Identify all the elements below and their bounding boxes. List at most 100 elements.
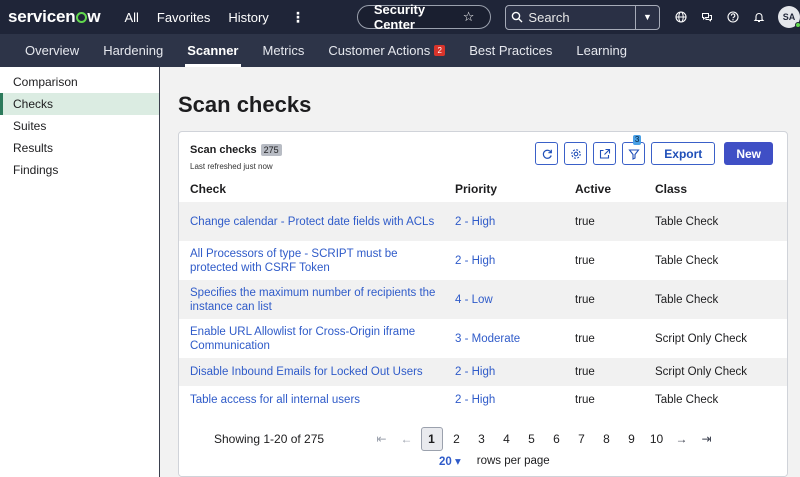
list-title-text: Scan checks <box>190 144 257 156</box>
nav-favorites[interactable]: Favorites <box>157 10 210 25</box>
star-icon[interactable]: ☆ <box>463 9 475 25</box>
rows-per-page-control: 20 ▾ rows per page <box>439 454 550 468</box>
global-search[interactable]: Search ▼ <box>505 4 660 30</box>
search-scope-dropdown-icon[interactable]: ▼ <box>635 5 659 29</box>
next-page-icon[interactable]: → <box>669 427 694 451</box>
page-button-8[interactable]: 8 <box>594 427 619 451</box>
priority-link[interactable]: 3 - Moderate <box>455 333 520 345</box>
top-navigation-bar: servicen w All Favorites History ⋮ Securi… <box>0 0 800 34</box>
priority-link[interactable]: 4 - Low <box>455 294 493 306</box>
nav-history[interactable]: History <box>228 10 268 25</box>
help-icon[interactable] <box>726 11 739 24</box>
sidebar-item-results[interactable]: Results <box>0 137 159 159</box>
tab-scanner[interactable]: Scanner <box>175 34 250 67</box>
page-number-list: ⇤ ← 1 2 3 4 5 6 7 8 9 10 → ⇥ <box>369 427 719 451</box>
previous-page-icon[interactable]: ← <box>394 427 419 451</box>
active-cell: true <box>575 394 595 406</box>
class-cell: Table Check <box>655 254 719 267</box>
column-header-active[interactable]: Active <box>564 176 644 202</box>
page-button-6[interactable]: 6 <box>544 427 569 451</box>
sidebar-item-comparison[interactable]: Comparison <box>0 71 159 93</box>
chat-icon[interactable] <box>700 11 713 24</box>
search-input[interactable]: Search <box>528 10 635 25</box>
filter-button[interactable]: 3 <box>622 135 646 165</box>
list-toolbar: 3 Export New <box>535 135 773 165</box>
column-header-check[interactable]: Check <box>179 176 444 202</box>
rows-per-page-label: rows per page <box>476 455 550 467</box>
page-button-4[interactable]: 4 <box>494 427 519 451</box>
table-row: All Processors of type - SCRIPT must be … <box>179 241 787 280</box>
check-link[interactable]: Table access for all internal users <box>190 393 444 407</box>
open-in-new-button[interactable] <box>593 142 617 165</box>
page-button-2[interactable]: 2 <box>444 427 469 451</box>
last-page-icon[interactable]: ⇥ <box>694 427 719 451</box>
user-avatar[interactable]: SA <box>778 6 800 28</box>
check-link[interactable]: Enable URL Allowlist for Cross-Origin if… <box>190 325 444 353</box>
settings-button[interactable] <box>564 142 588 165</box>
tab-metrics[interactable]: Metrics <box>251 34 317 67</box>
online-status-dot <box>795 22 800 28</box>
check-link[interactable]: Specifies the maximum number of recipien… <box>190 286 444 314</box>
context-pill-label: Security Center <box>373 2 426 32</box>
first-page-icon[interactable]: ⇤ <box>369 427 394 451</box>
active-filter-count-badge: 3 <box>632 135 642 145</box>
check-link[interactable]: All Processors of type - SCRIPT must be … <box>190 247 444 275</box>
column-header-priority[interactable]: Priority <box>444 176 564 202</box>
sidebar-item-checks[interactable]: Checks <box>0 93 159 115</box>
priority-link[interactable]: 2 - High <box>455 366 495 378</box>
refresh-button[interactable] <box>535 142 559 165</box>
page-button-5[interactable]: 5 <box>519 427 544 451</box>
avatar-initials: SA <box>782 12 796 22</box>
tab-overview[interactable]: Overview <box>0 34 91 67</box>
list-header: Scan checks 275 Last refreshed just now <box>190 144 282 171</box>
nav-all[interactable]: All <box>124 10 138 25</box>
scanner-sidebar: Comparison Checks Suites Results Finding… <box>0 67 160 477</box>
page-button-10[interactable]: 10 <box>644 427 669 451</box>
context-pill-security-center[interactable]: Security Center ☆ <box>356 2 492 32</box>
showing-range-text: Showing 1-20 of 275 <box>214 432 325 446</box>
priority-link[interactable]: 2 - High <box>455 394 495 406</box>
refresh-icon <box>542 149 552 159</box>
main-content: Scan checks Scan checks 275 Last refresh… <box>161 67 800 477</box>
rows-per-page-select[interactable]: 20 ▾ <box>439 454 461 468</box>
table-row: Change calendar - Protect date fields wi… <box>179 202 787 241</box>
sidebar-item-suites[interactable]: Suites <box>0 115 159 137</box>
more-menu-icon[interactable]: ⋮ <box>287 9 309 26</box>
tab-learning[interactable]: Learning <box>564 34 639 67</box>
gear-icon <box>571 148 581 159</box>
notifications-bell-icon[interactable] <box>752 11 765 24</box>
servicenow-logo[interactable]: servicen w <box>8 7 101 27</box>
workspace-tabs: Overview Hardening Scanner Metrics Custo… <box>0 34 800 67</box>
class-cell: Table Check <box>644 280 787 319</box>
check-link[interactable]: Disable Inbound Emails for Locked Out Us… <box>190 365 444 379</box>
page-button-3[interactable]: 3 <box>469 427 494 451</box>
check-link[interactable]: Change calendar - Protect date fields wi… <box>190 215 444 229</box>
page-button-9[interactable]: 9 <box>619 427 644 451</box>
class-cell: Table Check <box>644 202 787 241</box>
table-header-row: Check Priority Active Class <box>179 176 787 202</box>
export-button[interactable]: Export <box>651 142 716 165</box>
sidebar-item-findings[interactable]: Findings <box>0 159 159 181</box>
globe-icon[interactable] <box>674 11 687 24</box>
page-button-7[interactable]: 7 <box>569 427 594 451</box>
search-icon <box>506 11 528 23</box>
tab-customer-actions[interactable]: Customer Actions 2 <box>316 34 457 67</box>
class-cell: Table Check <box>655 394 719 406</box>
page-button-1[interactable]: 1 <box>420 427 443 451</box>
table-row: Enable URL Allowlist for Cross-Origin if… <box>179 319 787 358</box>
priority-link[interactable]: 2 - High <box>455 216 495 228</box>
priority-link[interactable]: 2 - High <box>455 255 495 267</box>
active-cell: true <box>564 280 644 319</box>
active-cell: true <box>575 254 595 267</box>
external-link-icon <box>599 148 610 159</box>
new-button[interactable]: New <box>724 142 773 165</box>
class-cell: Script Only Check <box>644 358 787 386</box>
tab-best-practices[interactable]: Best Practices <box>457 34 564 67</box>
tab-hardening[interactable]: Hardening <box>91 34 175 67</box>
active-cell: true <box>564 202 644 241</box>
pagination-bar: Showing 1-20 of 275 ⇤ ← 1 2 3 4 5 6 7 8 … <box>179 422 787 476</box>
column-header-class[interactable]: Class <box>644 176 787 202</box>
top-nav-menu: All Favorites History ⋮ <box>124 9 308 26</box>
chevron-down-icon: ▾ <box>455 456 461 468</box>
scan-checks-list-card: Scan checks 275 Last refreshed just now … <box>178 131 788 477</box>
